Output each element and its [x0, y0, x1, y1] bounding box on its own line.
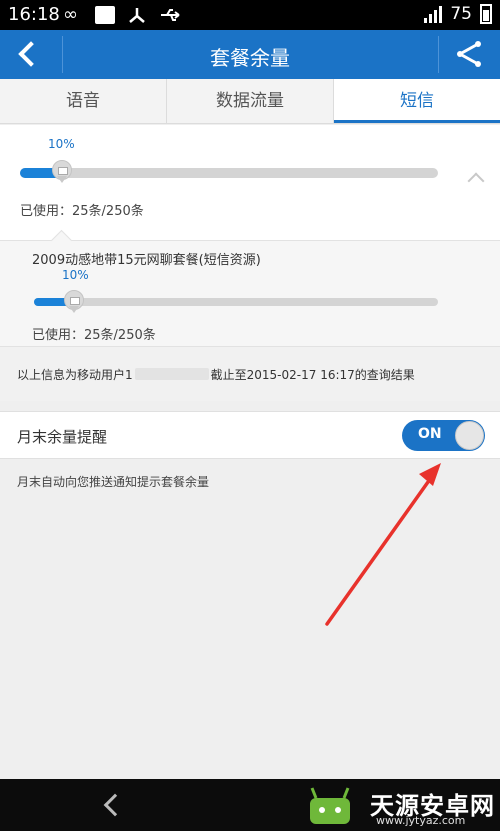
- reminder-label: 月末余量提醒: [17, 428, 108, 446]
- query-info-prefix: 以上信息为移动用户1: [17, 368, 133, 382]
- package-name: 2009动感地带15元网聊套餐(短信资源): [32, 253, 261, 268]
- package-percent: 10%: [62, 268, 89, 282]
- share-button[interactable]: [438, 30, 500, 79]
- package-used-text: 已使用：25条/250条: [32, 328, 156, 343]
- status-time: 16:18: [8, 4, 60, 25]
- tab-bar: 语音 数据流量 短信: [0, 79, 500, 124]
- status-icons: ∞: [63, 4, 180, 25]
- summary-used-text: 已使用：25条/250条: [20, 204, 144, 219]
- usage-summary: 10% 已使用：25条/250条: [0, 125, 500, 240]
- reminder-row: 月末余量提醒 ON: [0, 411, 500, 459]
- page-title: 套餐余量: [210, 46, 290, 70]
- summary-progress-track: [20, 160, 438, 183]
- status-right: 75: [424, 4, 492, 24]
- reminder-toggle[interactable]: ON: [402, 420, 485, 451]
- toggle-state-label: ON: [418, 426, 442, 442]
- battery-icon: [480, 4, 492, 24]
- watermark-url: www.jytyaz.com: [376, 814, 466, 827]
- summary-progress-marker: [51, 160, 72, 184]
- summary-percent: 10%: [48, 137, 75, 151]
- network-icon: [127, 6, 147, 24]
- signal-icon: [424, 5, 443, 23]
- query-info: 以上信息为移动用户1 截止至2015-02-17 16:17的查询结果: [0, 346, 500, 401]
- watermark-logo-icon: [310, 787, 350, 824]
- query-info-suffix: 截止至2015-02-17 16:17的查询结果: [210, 368, 415, 382]
- tab-voice[interactable]: 语音: [0, 79, 167, 123]
- nav-back-button[interactable]: [100, 793, 122, 817]
- share-icon: [456, 41, 481, 67]
- toggle-knob: [455, 421, 484, 450]
- infinity-icon: ∞: [63, 4, 78, 25]
- masked-phone-number: [134, 368, 209, 380]
- reminder-description: 月末自动向您推送通知提示套餐余量: [17, 475, 210, 489]
- query-info-text: 以上信息为移动用户1 截止至2015-02-17 16:17的查询结果: [17, 366, 415, 383]
- battery-level: 75: [450, 4, 472, 24]
- watermark: 天源安卓网 www.jytyaz.com: [300, 782, 500, 831]
- title-bar: 套餐余量: [0, 30, 500, 79]
- chat-icon: [95, 6, 115, 24]
- tab-data[interactable]: 数据流量: [167, 79, 334, 123]
- package-progress-marker: [64, 290, 85, 314]
- usb-icon: [159, 6, 180, 24]
- status-bar: 16:18 ∞ 75: [0, 0, 500, 30]
- package-progress-track: [34, 290, 438, 313]
- package-detail: 2009动感地带15元网聊套餐(短信资源) 10% 已使用：25条/250条: [0, 240, 500, 346]
- tab-sms[interactable]: 短信: [334, 79, 500, 123]
